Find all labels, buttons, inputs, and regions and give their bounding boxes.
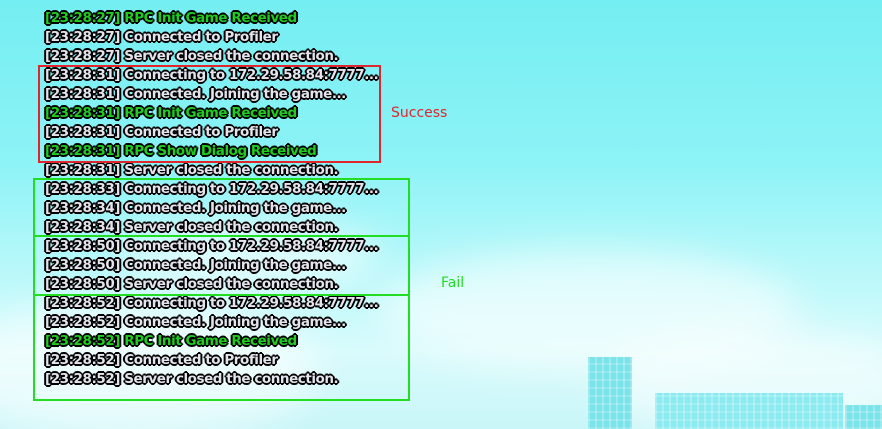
log-line: [23:28:27] Server closed the connection. <box>45 47 378 66</box>
log-timestamp: [23:28:27] <box>45 48 120 64</box>
fail-highlight-box <box>33 178 410 401</box>
log-timestamp: [23:28:31] <box>45 162 120 178</box>
fail-group-divider <box>33 235 410 237</box>
log-line: [23:28:27] Connected to Profiler <box>45 28 378 47</box>
fail-label: Fail <box>441 275 465 291</box>
success-label: Success <box>391 105 448 121</box>
fail-group-divider <box>33 294 410 296</box>
log-message: Server closed the connection. <box>124 48 339 64</box>
building <box>655 393 843 429</box>
log-message: RPC Init Game Received <box>124 10 297 26</box>
skyscraper <box>588 357 632 429</box>
log-message: Server closed the connection. <box>124 162 339 178</box>
log-line: [23:28:27] RPC Init Game Received <box>45 9 378 28</box>
log-message: Connected to Profiler <box>124 29 278 45</box>
log-timestamp: [23:28:27] <box>45 10 120 26</box>
log-timestamp: [23:28:27] <box>45 29 120 45</box>
building <box>845 405 882 429</box>
success-highlight-box <box>38 65 381 163</box>
